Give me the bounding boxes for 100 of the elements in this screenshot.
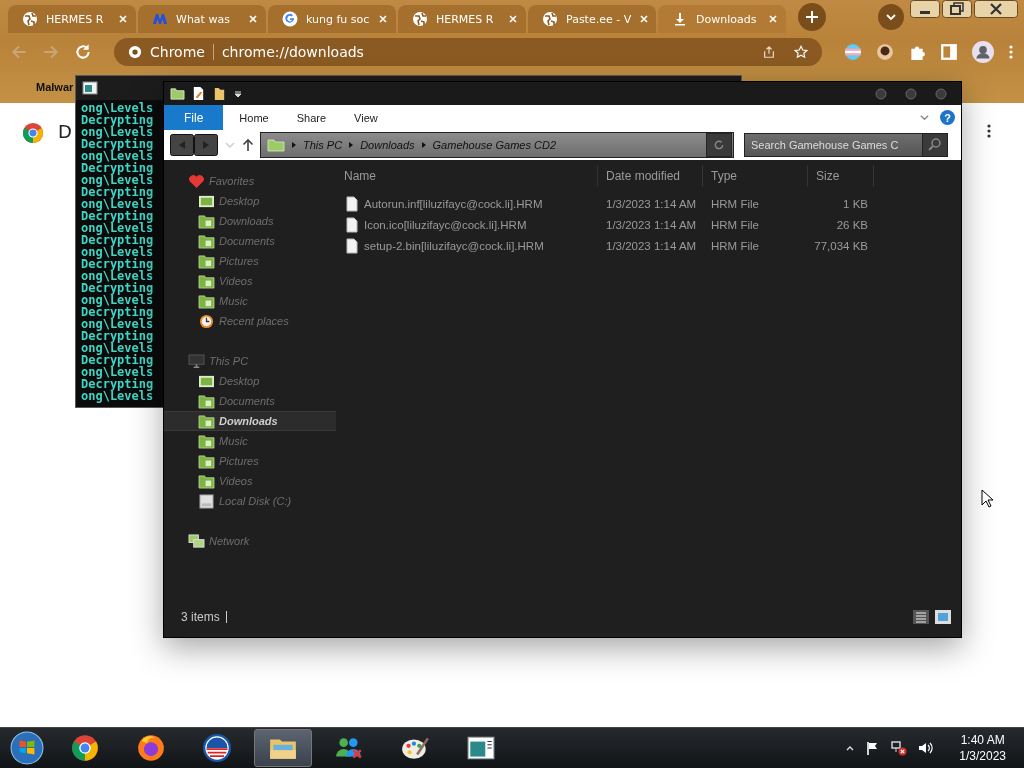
nav-section[interactable]: Favorites bbox=[164, 171, 336, 191]
nav-section[interactable]: Network bbox=[164, 531, 336, 551]
folder-icon bbox=[198, 293, 215, 309]
new-folder-icon[interactable] bbox=[212, 86, 227, 101]
details-view-icon[interactable] bbox=[913, 610, 929, 624]
breadcrumb-item[interactable]: This PC bbox=[303, 139, 343, 151]
folder-icon bbox=[198, 413, 215, 429]
console-line: ong\Levels bbox=[81, 102, 154, 114]
forward-button[interactable] bbox=[194, 134, 218, 156]
browser-tab[interactable]: Paste.ee - V bbox=[528, 5, 656, 33]
maximize-button[interactable] bbox=[905, 87, 917, 100]
nav-section[interactable]: This PC bbox=[164, 351, 336, 371]
nav-item[interactable]: Videos bbox=[164, 271, 336, 291]
new-tab-button[interactable] bbox=[798, 3, 826, 31]
close-icon[interactable] bbox=[378, 14, 388, 24]
breadcrumb-item[interactable]: Gamehouse Games CD2 bbox=[432, 139, 557, 151]
table-cell-text: 26 KB bbox=[835, 218, 869, 231]
console-line: ong\Levels bbox=[81, 318, 154, 330]
console-line: ong\Levels bbox=[81, 342, 154, 354]
table-cell-text: HRM File bbox=[710, 239, 760, 252]
column-header[interactable]: Name bbox=[336, 165, 598, 187]
network-error-icon[interactable] bbox=[891, 740, 908, 756]
console-line: Decrypting bbox=[81, 306, 154, 318]
console-line: ong\Levels bbox=[81, 198, 154, 210]
properties-icon[interactable] bbox=[191, 86, 206, 101]
close-button[interactable] bbox=[974, 0, 1018, 18]
ribbon-tab[interactable]: Home bbox=[225, 105, 283, 130]
nav-item[interactable]: Pictures bbox=[164, 451, 336, 471]
browser-tab[interactable]: What was bbox=[138, 5, 266, 33]
share-icon[interactable] bbox=[762, 45, 776, 59]
browser-tab[interactable]: HERMES R bbox=[8, 5, 136, 33]
menu-icon[interactable] bbox=[986, 123, 992, 139]
clock[interactable]: 1:40 AM 1/3/2023 bbox=[959, 732, 1006, 764]
star-icon[interactable] bbox=[794, 45, 808, 59]
search-icon[interactable] bbox=[922, 133, 948, 157]
help-button[interactable]: ? bbox=[940, 110, 955, 125]
address-bar[interactable]: Chrome chrome://downloads bbox=[114, 38, 822, 66]
folder-icon[interactable] bbox=[170, 86, 185, 101]
chevron-icon bbox=[348, 141, 355, 149]
nav-item[interactable]: Documents bbox=[164, 231, 336, 251]
breadcrumb-item[interactable]: Downloads bbox=[360, 139, 415, 151]
file-name[interactable]: Icon.ico[liluzifayc@cock.li].HRM bbox=[336, 216, 598, 233]
bookmark-link[interactable]: Malwar bbox=[36, 80, 74, 93]
nav-item[interactable]: Local Disk (C:) bbox=[164, 491, 336, 511]
taskbar-button[interactable] bbox=[254, 729, 312, 767]
reload-icon[interactable] bbox=[74, 43, 92, 61]
expand-ribbon-icon[interactable] bbox=[919, 112, 930, 123]
ribbon-tab[interactable]: Share bbox=[282, 105, 341, 130]
console-line: Decrypting bbox=[81, 234, 154, 246]
firefox-logo-icon bbox=[136, 734, 166, 762]
nav-item[interactable]: Downloads bbox=[164, 211, 336, 231]
page-title: D bbox=[58, 121, 72, 142]
caret-icon bbox=[885, 11, 897, 23]
account-icon[interactable] bbox=[972, 41, 994, 63]
close-icon[interactable] bbox=[639, 14, 650, 24]
nav-item[interactable]: Pictures bbox=[164, 251, 336, 271]
clock-icon bbox=[198, 313, 215, 329]
table-cell-text: 1/3/2023 1:14 AM bbox=[605, 218, 698, 231]
browser-tab[interactable]: HERMES R bbox=[398, 5, 526, 33]
search-field[interactable]: Search Gamehouse Games C bbox=[744, 133, 922, 157]
console-line: ong\Levels bbox=[81, 390, 154, 402]
striped-circle-icon[interactable] bbox=[844, 43, 862, 61]
ribbon-tab[interactable]: View bbox=[340, 105, 392, 130]
nav-item[interactable]: Recent places bbox=[164, 311, 336, 331]
browser-tab[interactable]: kung fu soc bbox=[268, 5, 396, 33]
console-line: Decrypting bbox=[81, 186, 154, 198]
close-icon[interactable] bbox=[248, 14, 258, 24]
column-header[interactable]: Date modified bbox=[598, 165, 703, 187]
console-line: ong\Levels bbox=[81, 246, 154, 258]
restore-button[interactable] bbox=[942, 0, 972, 18]
up-arrow-icon[interactable] bbox=[242, 138, 254, 152]
network-icon bbox=[188, 533, 205, 549]
nav-item[interactable]: Desktop bbox=[164, 191, 336, 211]
refresh-button[interactable] bbox=[705, 133, 733, 157]
nav-item[interactable]: Documents bbox=[164, 391, 336, 411]
nav-item[interactable]: Music bbox=[164, 431, 336, 451]
start-button[interactable] bbox=[10, 731, 44, 765]
side-panel-icon[interactable] bbox=[940, 43, 958, 61]
profile-avatar-icon[interactable] bbox=[876, 43, 894, 61]
file-icon bbox=[346, 237, 358, 254]
nav-item[interactable]: Desktop bbox=[164, 371, 336, 391]
speaker-icon[interactable] bbox=[917, 740, 934, 756]
address-field[interactable]: This PC Downloads Gamehouse Games CD2 bbox=[260, 132, 734, 158]
close-icon[interactable] bbox=[118, 14, 128, 24]
close-icon[interactable] bbox=[768, 14, 778, 24]
column-header[interactable]: Type bbox=[703, 165, 808, 187]
console-line: ong\Levels bbox=[81, 174, 154, 186]
nav-item[interactable]: Videos bbox=[164, 471, 336, 491]
tab-search-button[interactable] bbox=[878, 4, 904, 30]
file-name[interactable]: Autorun.inf[liluzifayc@cock.li].HRM bbox=[336, 195, 598, 212]
plus-icon bbox=[805, 10, 819, 24]
back-button[interactable] bbox=[170, 134, 194, 156]
nav-item[interactable]: Downloads bbox=[164, 411, 336, 431]
column-header[interactable]: Size bbox=[808, 165, 874, 187]
file-name[interactable]: setup-2.bin[liluzifayc@cock.li].HRM bbox=[336, 237, 598, 254]
nav-item[interactable]: Music bbox=[164, 291, 336, 311]
dropdown-icon[interactable] bbox=[233, 88, 243, 99]
close-icon[interactable] bbox=[508, 14, 518, 24]
minimize-button[interactable] bbox=[910, 0, 940, 18]
browser-tab[interactable]: Downloads bbox=[658, 5, 786, 33]
